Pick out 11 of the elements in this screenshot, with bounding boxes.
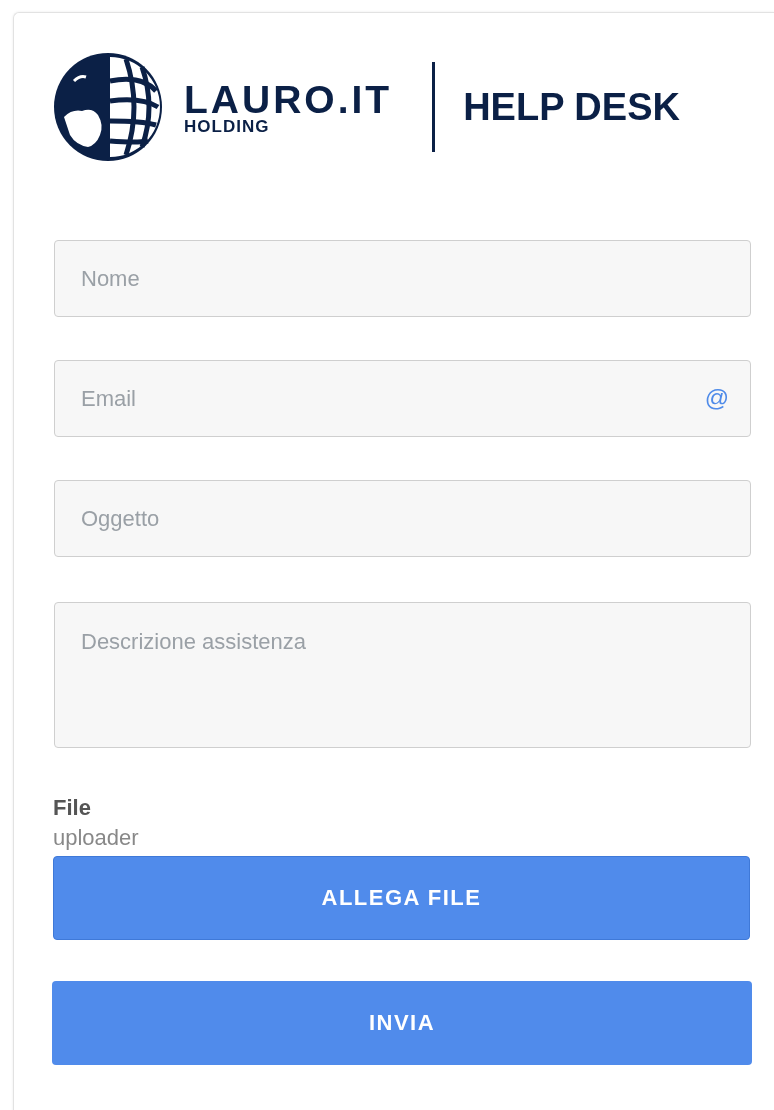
attach-file-button[interactable]: ALLEGA FILE — [53, 856, 750, 940]
file-hint: uploader — [53, 824, 140, 852]
brand-name: LAURO.IT — [184, 82, 393, 118]
text-field[interactable]: Nome — [54, 240, 751, 317]
brand-subtitle: HOLDING — [184, 118, 271, 136]
text-field[interactable]: Oggetto — [54, 480, 751, 557]
at-sign-icon: @ — [704, 384, 729, 412]
description-field[interactable]: Descrizione assistenza — [54, 602, 751, 748]
help-desk-title: HELP DESK — [463, 85, 680, 129]
file-label: File — [53, 794, 92, 822]
submit-button[interactable]: INVIA — [52, 981, 752, 1065]
